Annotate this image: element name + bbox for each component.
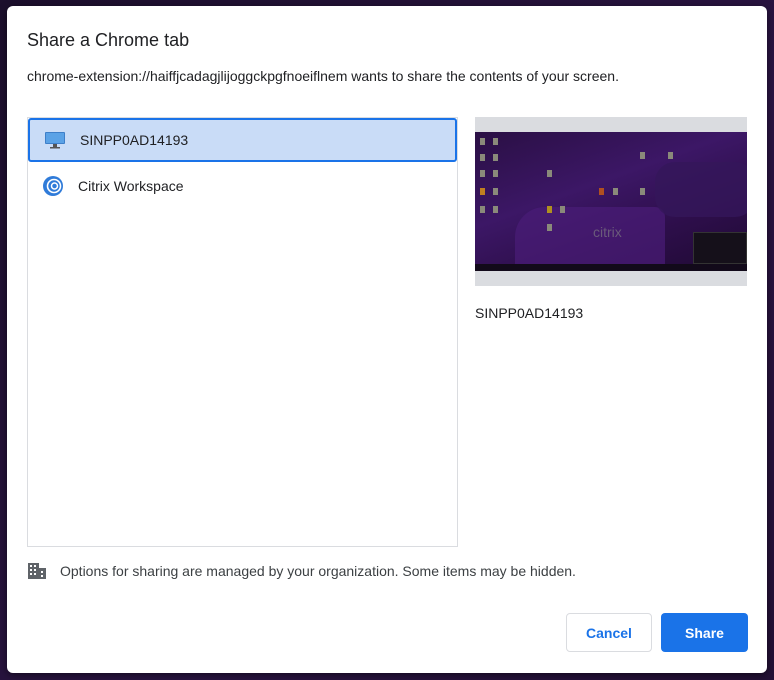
- dialog-title: Share a Chrome tab: [27, 30, 190, 50]
- building-icon: [27, 562, 47, 580]
- cancel-button[interactable]: Cancel: [566, 613, 652, 652]
- share-button[interactable]: Share: [661, 613, 748, 652]
- managed-notice-text: Options for sharing are managed by your …: [60, 563, 576, 579]
- monitor-icon: [44, 129, 66, 151]
- preview-thumbnail: citrix: [475, 132, 747, 271]
- source-item-label: Citrix Workspace: [78, 178, 184, 194]
- share-dialog: Share a Chrome tab chrome-extension://ha…: [7, 6, 767, 673]
- source-item-citrix-workspace[interactable]: Citrix Workspace: [28, 164, 457, 208]
- dialog-subtitle: chrome-extension://haiffjcadagjlijoggckp…: [27, 68, 619, 84]
- managed-notice: Options for sharing are managed by your …: [27, 562, 576, 580]
- citrix-icon: [42, 175, 64, 197]
- preview-label: SINPP0AD14193: [475, 305, 584, 321]
- source-item-label: SINPP0AD14193: [80, 132, 189, 148]
- source-list[interactable]: SINPP0AD14193 Citrix Workspace: [27, 117, 458, 547]
- preview-watermark: citrix: [593, 224, 622, 240]
- source-item-sinpp0ad14193[interactable]: SINPP0AD14193: [28, 118, 457, 162]
- screen-preview: citrix: [475, 117, 747, 286]
